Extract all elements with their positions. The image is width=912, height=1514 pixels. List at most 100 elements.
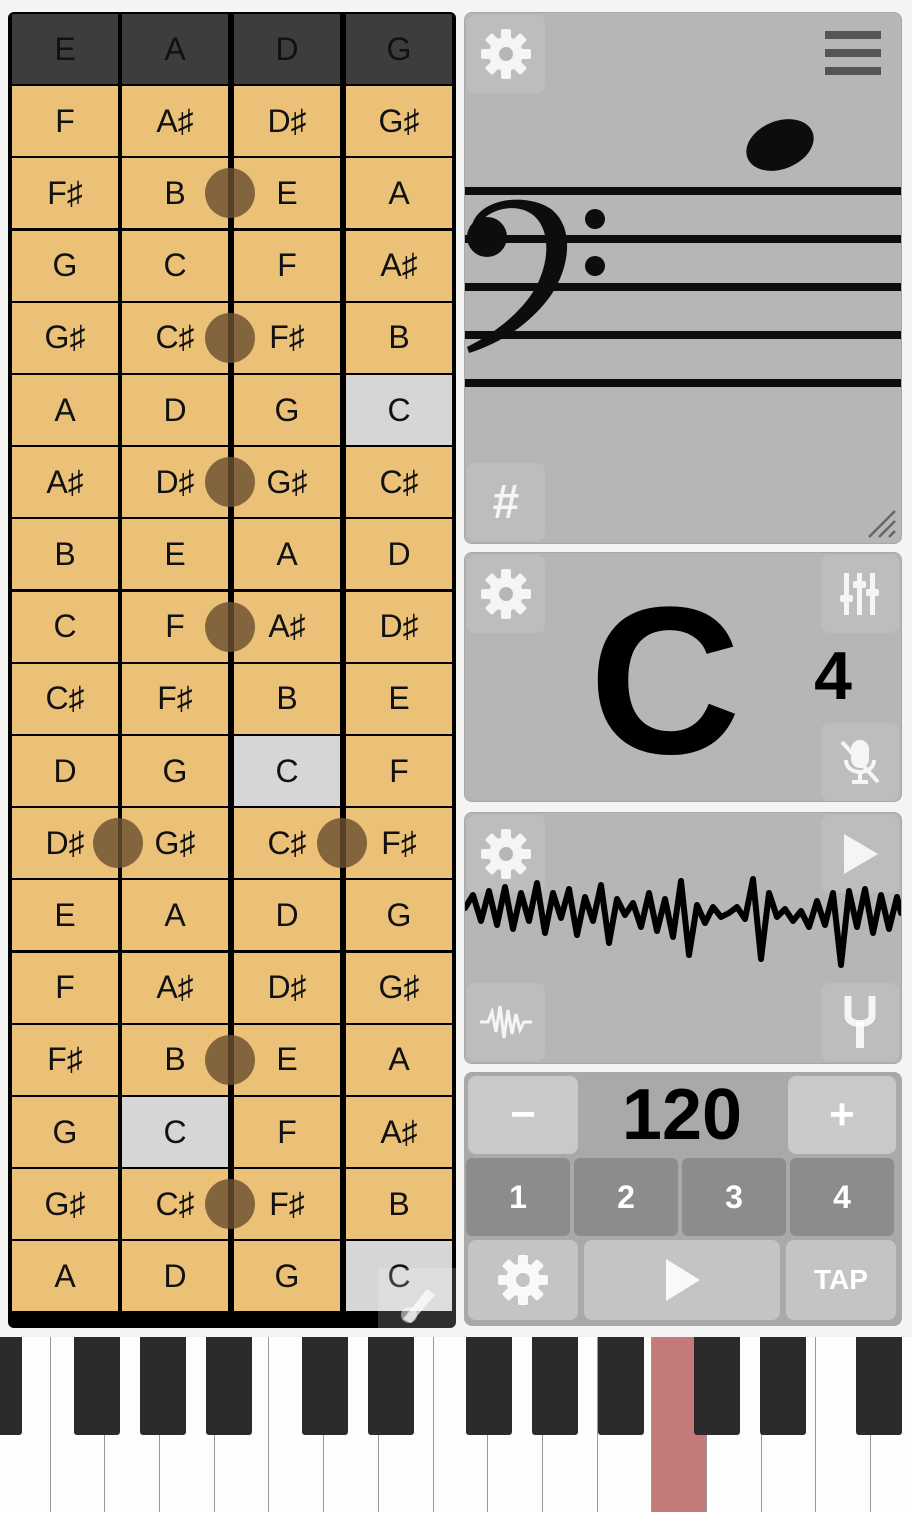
beat-2-button[interactable]: 2 xyxy=(574,1158,678,1236)
menu-button[interactable] xyxy=(821,25,885,85)
beat-1-button[interactable]: 1 xyxy=(466,1158,570,1236)
piano-black-key[interactable] xyxy=(74,1337,120,1435)
fret-cell[interactable]: A♯ xyxy=(122,952,228,1023)
fret-cell[interactable]: F♯ xyxy=(122,663,228,734)
fret-cell[interactable]: B xyxy=(346,302,452,373)
fret-marker-dot xyxy=(205,457,255,508)
piano-keyboard[interactable] xyxy=(0,1337,912,1514)
play-icon xyxy=(666,1259,700,1301)
piano-black-key[interactable] xyxy=(466,1337,512,1435)
fret-cell[interactable]: E xyxy=(346,663,452,734)
fret-cell[interactable]: C xyxy=(122,1097,228,1167)
fret-cell[interactable]: A xyxy=(346,158,452,229)
fret-cell[interactable]: F xyxy=(234,230,340,301)
fret-cell[interactable]: A♯ xyxy=(346,230,452,301)
fret-cell[interactable]: E xyxy=(12,880,118,951)
mic-button[interactable] xyxy=(821,723,899,801)
piano-black-key[interactable] xyxy=(598,1337,644,1435)
sharp-label: # xyxy=(492,475,520,529)
bpm-plus-button[interactable]: + xyxy=(788,1076,896,1154)
piano-black-key[interactable] xyxy=(368,1337,414,1435)
tuning-fork-button[interactable] xyxy=(821,983,899,1061)
fret-cell[interactable]: F xyxy=(346,736,452,806)
fret-cell[interactable]: G xyxy=(122,736,228,806)
clef-dot-upper xyxy=(585,209,605,229)
fret-cell[interactable]: G♯ xyxy=(12,1169,118,1240)
fret-cell[interactable]: C♯ xyxy=(12,663,118,734)
fret-marker-dot xyxy=(205,1179,255,1230)
fret-cell[interactable]: D xyxy=(122,1241,228,1312)
fret-cell[interactable]: A♯ xyxy=(122,86,228,157)
piano-black-key[interactable] xyxy=(140,1337,186,1435)
fret-cell[interactable]: D♯ xyxy=(346,591,452,662)
note-settings-button[interactable] xyxy=(467,555,545,633)
fret-cell[interactable]: F xyxy=(234,1097,340,1167)
fret-marker-dot xyxy=(205,601,255,652)
bpm-minus-button[interactable]: − xyxy=(468,1076,578,1154)
metronome-settings-button[interactable] xyxy=(468,1240,578,1320)
fret-cell[interactable]: D xyxy=(346,519,452,590)
mixer-button[interactable] xyxy=(821,555,899,633)
fret-cell[interactable]: C xyxy=(234,736,340,806)
fret-cell[interactable]: A xyxy=(12,1241,118,1312)
fret-cell[interactable]: F♯ xyxy=(12,1024,118,1095)
metronome-play-button[interactable] xyxy=(584,1240,780,1320)
accidental-button[interactable]: # xyxy=(467,463,545,541)
fretboard[interactable]: E A D G F A♯ D♯ G♯ F♯ B E A G C F A♯ G♯ C♯ F♯ B A D G C A♯ D♯ G♯ C♯… xyxy=(8,12,456,1328)
bpm-value: 120 xyxy=(621,1075,743,1155)
clef-dot-lower xyxy=(585,256,605,276)
piano-black-key[interactable] xyxy=(302,1337,348,1435)
sliders-icon xyxy=(840,573,879,615)
beat-3-button[interactable]: 3 xyxy=(682,1158,786,1236)
fret-cell[interactable]: D♯ xyxy=(234,952,340,1023)
fret-cell[interactable]: D xyxy=(122,375,228,445)
fret-cell[interactable]: G♯ xyxy=(346,952,452,1023)
fret-cell[interactable]: C xyxy=(12,591,118,662)
note-head xyxy=(738,109,822,181)
fretboard-edit-button[interactable] xyxy=(378,1268,456,1328)
piano-black-key[interactable] xyxy=(0,1337,22,1435)
fret-cell[interactable]: E xyxy=(122,519,228,590)
piano-black-key[interactable] xyxy=(532,1337,578,1435)
tuning-fork-icon xyxy=(844,996,876,1048)
fret-cell[interactable]: D♯ xyxy=(234,86,340,157)
fret-cell[interactable]: G♯ xyxy=(12,302,118,373)
fret-cell[interactable]: A xyxy=(234,519,340,590)
fret-cell[interactable]: A xyxy=(122,880,228,951)
fret-cell[interactable]: G♯ xyxy=(346,86,452,157)
fret-cell[interactable]: A xyxy=(12,375,118,445)
fret-cell[interactable]: F xyxy=(12,952,118,1023)
fret-cell[interactable]: G xyxy=(12,230,118,301)
tap-tempo-button[interactable]: TAP xyxy=(786,1240,896,1320)
fret-cell[interactable]: G xyxy=(234,375,340,445)
fret-cell[interactable]: A xyxy=(346,1024,452,1095)
resize-handle-icon[interactable] xyxy=(865,507,897,539)
fret-cell[interactable]: G xyxy=(346,880,452,951)
mic-muted-icon xyxy=(840,740,880,784)
fret-cell[interactable]: D xyxy=(234,880,340,951)
fret-cell[interactable]: A♯ xyxy=(346,1097,452,1167)
fret-cell[interactable]: B xyxy=(346,1169,452,1240)
staff-settings-button[interactable] xyxy=(467,15,545,93)
piano-black-key[interactable] xyxy=(206,1337,252,1435)
gear-icon xyxy=(498,1255,548,1305)
fret-cell[interactable]: F♯ xyxy=(12,158,118,229)
waveform-mode-button[interactable] xyxy=(467,983,545,1061)
fret-cell[interactable]: A♯ xyxy=(12,447,118,518)
fret-cell[interactable]: B xyxy=(12,519,118,590)
waveform-panel xyxy=(464,812,902,1064)
piano-black-key[interactable] xyxy=(694,1337,740,1435)
fret-cell[interactable]: C xyxy=(346,375,452,445)
beat-4-button[interactable]: 4 xyxy=(790,1158,894,1236)
fret-cell[interactable]: G xyxy=(12,1097,118,1167)
fret-cell[interactable]: B xyxy=(234,663,340,734)
fret-cell[interactable]: C♯ xyxy=(346,447,452,518)
fret-cell[interactable]: F xyxy=(12,86,118,157)
string-header: A xyxy=(122,14,228,84)
fret-cell[interactable]: C xyxy=(122,230,228,301)
fret-cell[interactable]: G xyxy=(234,1241,340,1312)
fret-marker-dot xyxy=(93,818,143,869)
piano-black-key[interactable] xyxy=(760,1337,806,1435)
fret-cell[interactable]: D xyxy=(12,736,118,806)
piano-black-key[interactable] xyxy=(856,1337,902,1435)
